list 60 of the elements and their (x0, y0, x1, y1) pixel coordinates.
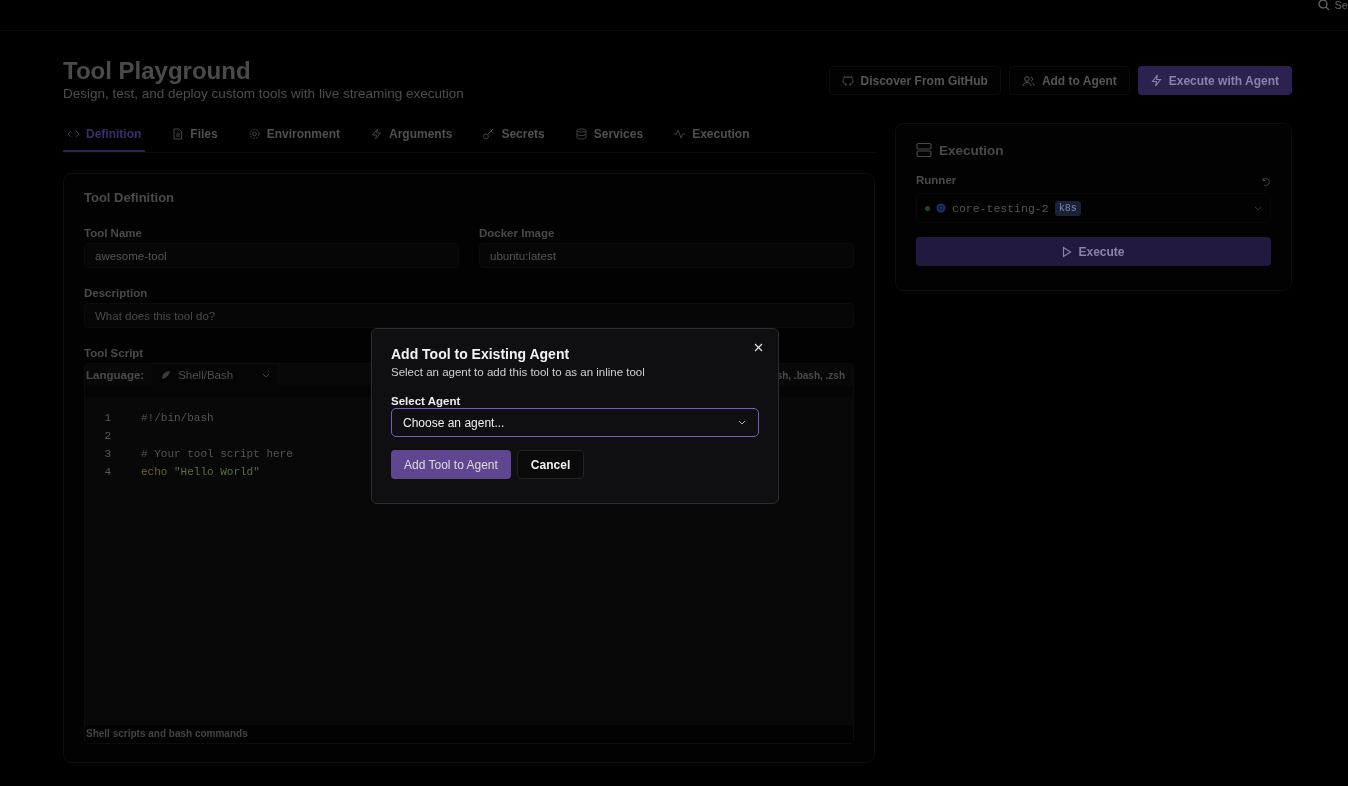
lightning-icon (1150, 74, 1162, 87)
database-icon (574, 128, 588, 140)
execute-button[interactable]: Execute (916, 237, 1271, 266)
runner-badge: k8s (1054, 200, 1081, 216)
line-number: 4 (103, 466, 111, 478)
tool-name-field[interactable]: awesome-tool (84, 243, 459, 268)
users-icon (1021, 74, 1035, 87)
language-label: Language: (85, 369, 145, 381)
runner-name: core-testing-2 (952, 201, 1049, 215)
play-icon (1062, 245, 1073, 258)
page-subtitle: Design, test, and deploy custom tools with live streaming execution (63, 86, 464, 101)
code-line: #!/bin/bash (141, 412, 214, 424)
gear-icon (247, 128, 261, 140)
activity-icon (673, 128, 687, 140)
code-line: echo "Hello World" (141, 466, 260, 478)
runner-select[interactable]: core-testing-2 k8s (916, 193, 1271, 223)
page-title: Tool Playground (63, 57, 252, 85)
file-icon (171, 128, 185, 140)
chevron-down-icon (262, 372, 271, 378)
header-button[interactable]: Discover From GitHub (828, 66, 1001, 95)
code-line: # Your tool script here (141, 448, 293, 460)
line-number: 1 (103, 412, 111, 424)
key-icon (482, 128, 496, 140)
chevron-down-icon (1254, 205, 1262, 211)
tab[interactable]: Files (167, 123, 222, 152)
search-field[interactable]: Se (1317, 0, 1348, 10)
dialog-title: Add Tool to Existing Agent (391, 346, 571, 362)
tab[interactable]: Services (570, 123, 648, 152)
search-icon (1317, 0, 1330, 11)
execute-with-agent-button[interactable]: Execute with Agent (1137, 66, 1292, 95)
close-icon[interactable] (754, 343, 763, 352)
add-tool-button[interactable]: Add Tool to Agent (391, 450, 511, 479)
field-label: Tool Name (84, 227, 143, 239)
code-icon (67, 128, 80, 140)
card-title: Execution (939, 142, 1004, 158)
line-number: 2 (103, 430, 111, 442)
tab[interactable]: Execution (669, 123, 754, 152)
wheel-icon (936, 203, 946, 213)
field-label: Docker Image (479, 227, 556, 239)
tab[interactable]: Arguments (366, 123, 457, 152)
description-field[interactable]: What does this tool do? (84, 303, 854, 328)
shell-icon (160, 369, 173, 381)
dialog-subtitle: Select an agent to add this tool to as an inline tool (391, 366, 646, 378)
chevron-down-icon (738, 420, 746, 425)
tab[interactable]: Secrets (478, 123, 549, 152)
cancel-button[interactable]: Cancel (516, 450, 585, 479)
field-label: Runner (916, 174, 957, 186)
field-label: Description (84, 287, 149, 299)
server-icon (916, 142, 932, 158)
card-title: Tool Definition (84, 190, 176, 205)
field-label: Tool Script (84, 347, 144, 359)
header-button[interactable]: Add to Agent (1008, 66, 1130, 95)
agent-select[interactable]: Choose an agent... (391, 408, 759, 437)
line-number: 3 (103, 448, 111, 460)
lightning-icon (370, 128, 384, 140)
github-icon (841, 74, 854, 87)
tab[interactable]: Definition (63, 123, 146, 152)
docker-image-field[interactable]: ubuntu:latest (479, 243, 854, 268)
tab[interactable]: Environment (243, 123, 345, 152)
field-label: Select Agent (391, 395, 462, 407)
